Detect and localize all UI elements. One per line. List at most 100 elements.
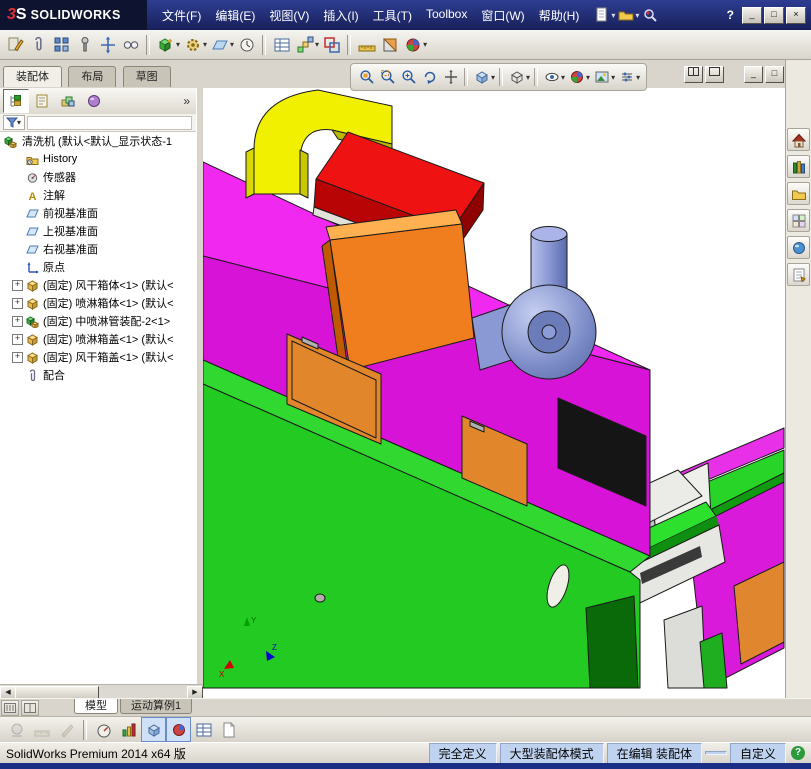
menu-edit[interactable]: 编辑(E) <box>208 4 262 27</box>
view-settings-icon[interactable] <box>616 67 637 88</box>
tab-assembly[interactable]: 装配体 <box>3 66 62 87</box>
filter-caret-icon[interactable]: ▾ <box>17 118 21 127</box>
solidworks-search-icon[interactable] <box>640 5 660 25</box>
view-orientation-caret-icon[interactable]: ▾ <box>491 73 495 82</box>
display-states-icon[interactable] <box>141 717 166 742</box>
tab-layout[interactable]: 布局 <box>68 66 117 87</box>
graphics-viewport[interactable]: Y X Z <box>203 88 785 698</box>
view-palette-icon[interactable] <box>787 209 810 232</box>
tab-sketch[interactable]: 草图 <box>122 66 171 87</box>
menu-tools[interactable]: 工具(T) <box>366 4 419 27</box>
smart-fasteners-icon[interactable] <box>73 33 96 56</box>
view-settings-caret-icon[interactable]: ▾ <box>636 73 640 82</box>
expand-icon[interactable]: + <box>12 279 23 291</box>
apply-scene-caret-icon[interactable]: ▾ <box>611 73 615 82</box>
featuremanager-tree-icon[interactable] <box>3 89 29 113</box>
tree-horizontal-scrollbar[interactable]: ◀ ▶ <box>0 684 203 700</box>
tree-item-history[interactable]: History <box>0 150 196 168</box>
edit-appearance-icon[interactable] <box>566 67 587 88</box>
assembly-model[interactable]: Y X Z <box>203 88 785 698</box>
new-document-caret-icon[interactable]: ▾ <box>611 11 615 20</box>
tree-item-right-plane[interactable]: 右视基准面 <box>0 240 196 258</box>
exploded-view-icon[interactable] <box>293 33 316 56</box>
menu-help[interactable]: 帮助(H) <box>532 4 587 27</box>
expand-icon[interactable]: + <box>12 333 23 345</box>
zoom-to-fit-icon[interactable] <box>356 67 377 88</box>
section-view-icon[interactable] <box>378 33 401 56</box>
tree-item-annotations[interactable]: A 注解 <box>0 186 196 204</box>
menu-file[interactable]: 文件(F) <box>155 4 208 27</box>
insert-components-caret-icon[interactable]: ▾ <box>176 40 180 49</box>
reference-geometry-caret-icon[interactable]: ▾ <box>230 40 234 49</box>
tree-item-origin[interactable]: 原点 <box>0 258 196 276</box>
maximize-button[interactable]: □ <box>764 6 784 24</box>
expand-icon[interactable]: + <box>12 351 23 363</box>
performance-evaluation-icon[interactable] <box>91 717 116 742</box>
close-button[interactable]: × <box>786 6 806 24</box>
show-hidden-components-icon[interactable] <box>119 33 142 56</box>
hide-show-items-icon[interactable] <box>541 67 562 88</box>
tree-item-component-4[interactable]: + (固定) 喷淋箱盖<1> (默认< <box>0 330 196 348</box>
status-help-icon[interactable]: ? <box>791 746 805 760</box>
minimize-button[interactable]: _ <box>742 6 762 24</box>
edit-component-icon[interactable] <box>4 33 27 56</box>
propertymanager-icon[interactable] <box>29 89 55 113</box>
tree-item-front-plane[interactable]: 前视基准面 <box>0 204 196 222</box>
tree-item-top-plane[interactable]: 上视基准面 <box>0 222 196 240</box>
tab-model[interactable]: 模型 <box>74 699 118 714</box>
file-explorer-icon[interactable] <box>787 182 810 205</box>
configurationmanager-icon[interactable] <box>55 89 81 113</box>
assembly-features-caret-icon[interactable]: ▾ <box>203 40 207 49</box>
panel-overflow-button[interactable]: » <box>183 94 190 108</box>
tab-motion-study-1[interactable]: 运动算例1 <box>120 699 193 714</box>
open-document-caret-icon[interactable]: ▾ <box>635 11 639 20</box>
new-motion-study-icon[interactable] <box>235 33 258 56</box>
edit-appearance-caret-icon[interactable]: ▾ <box>586 73 590 82</box>
filter-input[interactable] <box>27 115 192 130</box>
menu-window[interactable]: 窗口(W) <box>474 4 531 27</box>
filter-funnel-icon[interactable]: ▾ <box>3 115 26 130</box>
assembly-visualization-icon[interactable] <box>116 717 141 742</box>
status-large-assembly-mode[interactable]: 大型装配体模式 <box>499 742 604 764</box>
pan-icon[interactable] <box>440 67 461 88</box>
tree-item-component-5[interactable]: + (固定) 风干箱盖<1> (默认< <box>0 348 196 366</box>
split-view-icon[interactable] <box>684 66 703 83</box>
tree-item-sensors[interactable]: 传感器 <box>0 168 196 186</box>
linear-component-pattern-icon[interactable] <box>50 33 73 56</box>
reference-geometry-icon[interactable] <box>208 33 231 56</box>
hide-show-items-caret-icon[interactable]: ▾ <box>561 73 565 82</box>
measure-icon[interactable] <box>29 717 54 742</box>
help-button[interactable]: ? <box>721 8 740 22</box>
tree-item-component-2[interactable]: + (固定) 喷淋箱体<1> (默认< <box>0 294 196 312</box>
custom-properties-icon[interactable] <box>787 263 810 286</box>
tree-item-mates[interactable]: 配合 <box>0 366 196 384</box>
appearances-scenes-icon[interactable] <box>787 236 810 259</box>
markup-icon[interactable] <box>54 717 79 742</box>
design-library-icon[interactable] <box>787 155 810 178</box>
expand-icon[interactable]: + <box>12 315 23 327</box>
edit-appearance-caret-icon[interactable]: ▾ <box>423 40 427 49</box>
new-document-icon[interactable] <box>592 5 612 25</box>
displaymanager-icon[interactable] <box>81 89 107 113</box>
assembly-features-icon[interactable] <box>181 33 204 56</box>
edit-appearance-icon[interactable] <box>401 33 424 56</box>
display-style-caret-icon[interactable]: ▾ <box>526 73 530 82</box>
menu-toolbox[interactable]: Toolbox <box>419 4 474 27</box>
restore-document-icon[interactable]: □ <box>765 66 784 83</box>
tree-item-root[interactable]: 清洗机 (默认<默认_显示状态-1 <box>0 132 196 150</box>
appearance-filter-icon[interactable] <box>166 717 191 742</box>
bom-table-icon[interactable] <box>191 717 216 742</box>
measure-icon[interactable] <box>355 33 378 56</box>
menu-view[interactable]: 视图(V) <box>262 4 316 27</box>
move-component-icon[interactable] <box>96 33 119 56</box>
full-screen-icon[interactable] <box>705 66 724 83</box>
bill-of-materials-icon[interactable] <box>270 33 293 56</box>
solidworks-resources-icon[interactable] <box>787 128 810 151</box>
mate-icon[interactable] <box>27 33 50 56</box>
splitter-toggle-icon[interactable] <box>21 700 39 716</box>
menu-insert[interactable]: 插入(I) <box>316 4 365 27</box>
rotate-view-icon[interactable] <box>419 67 440 88</box>
status-custom[interactable]: 自定义 <box>729 742 786 764</box>
interference-detection-icon[interactable] <box>320 33 343 56</box>
insert-components-icon[interactable] <box>154 33 177 56</box>
